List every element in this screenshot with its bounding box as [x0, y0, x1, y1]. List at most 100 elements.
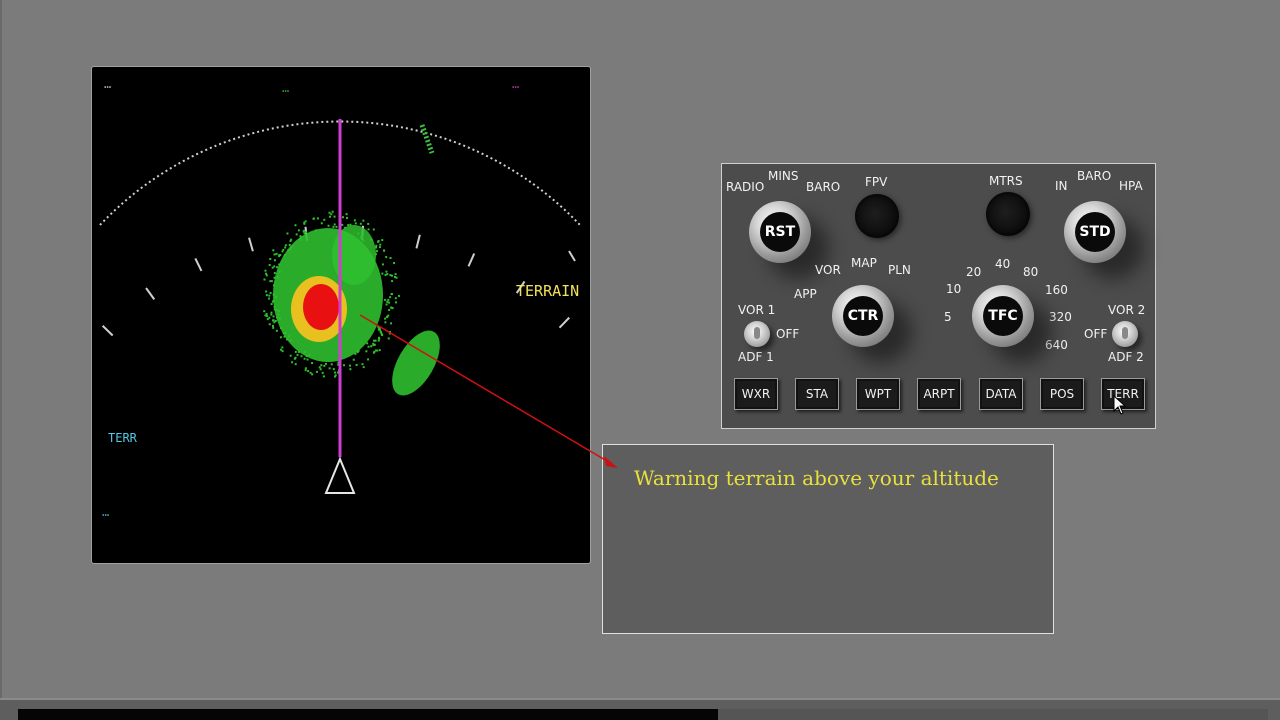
progress-track[interactable]	[18, 709, 1268, 720]
terrain-speck	[273, 259, 276, 262]
tfc-button[interactable]: TFC	[983, 296, 1023, 336]
terrain-speck	[389, 296, 392, 299]
terrain-speck	[290, 238, 293, 241]
rst-button[interactable]: RST	[760, 212, 800, 252]
range-640-label: 640	[1045, 338, 1068, 352]
pos-button[interactable]: POS	[1040, 378, 1084, 410]
terrain-speck	[346, 217, 349, 220]
terrain-speck	[288, 335, 291, 338]
terrain-speck	[278, 254, 281, 257]
terrain-speck	[273, 253, 276, 256]
mins-selector-knob[interactable]: RST	[749, 201, 811, 263]
warning-message-box: Warning terrain above your altitude	[602, 444, 1054, 634]
terrain-speck	[349, 368, 352, 371]
terrain-speck	[387, 298, 390, 301]
terrain-speck	[304, 231, 307, 234]
terrain-speck	[282, 332, 285, 335]
mode-selector-knob[interactable]: CTR	[832, 285, 894, 347]
terrain-speck	[381, 263, 384, 266]
sta-button[interactable]: STA	[795, 378, 839, 410]
terrain-speck	[284, 246, 287, 249]
arc-mark	[568, 250, 576, 262]
terrain-speck	[390, 293, 393, 296]
terrain-speck	[278, 263, 281, 266]
wxr-button[interactable]: WXR	[734, 378, 778, 410]
terrain-speck	[355, 363, 358, 366]
off-left-label: OFF	[776, 327, 800, 341]
terrain-speck	[387, 337, 390, 340]
terrain-speck	[377, 339, 380, 342]
terrain-speck	[359, 222, 362, 225]
compass-tick	[415, 234, 421, 249]
terrain-speck	[276, 266, 279, 269]
vor2-label: VOR 2	[1108, 303, 1146, 317]
terrain-speck	[316, 217, 319, 220]
baro-selector-knob[interactable]: STD	[1064, 201, 1126, 263]
terrain-speck	[294, 363, 297, 366]
terrain-speck	[375, 250, 378, 253]
terrain-speck	[395, 276, 398, 279]
terrain-speck	[386, 300, 389, 303]
terrain-speck	[377, 328, 380, 331]
terrain-speck	[353, 219, 356, 222]
terrain-speck	[278, 317, 281, 320]
terr-mode-label: TERR	[108, 431, 137, 445]
terrain-speck	[367, 345, 370, 348]
terrain-speck	[272, 249, 275, 252]
arpt-button[interactable]: ARPT	[917, 378, 961, 410]
terrain-speck	[390, 274, 393, 277]
vor-adf-2-switch[interactable]	[1112, 321, 1138, 347]
terrain-speck	[384, 321, 387, 324]
terrain-speck	[275, 316, 278, 319]
nd-top-right-readout: …	[512, 77, 521, 91]
nd-bottom-left-readout: …	[102, 505, 111, 519]
terrain-speck	[378, 326, 381, 329]
range-selector-knob[interactable]: TFC	[972, 285, 1034, 347]
terrain-speck	[349, 223, 352, 226]
terrain-speck	[385, 256, 388, 259]
terrain-speck	[288, 243, 291, 246]
terrain-speck	[384, 273, 387, 276]
terrain-speck	[265, 290, 268, 293]
terrain-speck	[331, 210, 334, 213]
terrain-speck	[377, 240, 380, 243]
terrain-speck	[269, 291, 272, 294]
range-40-label: 40	[995, 257, 1011, 271]
terrain-speck	[271, 266, 274, 269]
terrain-red-area	[303, 284, 339, 330]
compass-tick	[248, 237, 254, 252]
terrain-speck	[311, 362, 314, 365]
data-button[interactable]: DATA	[979, 378, 1023, 410]
terrain-speck	[354, 222, 357, 225]
vor-adf-1-switch[interactable]	[744, 321, 770, 347]
terrain-speck	[281, 350, 284, 353]
terrain-speck	[384, 317, 387, 320]
terrain-speck	[386, 315, 389, 318]
window-edge	[0, 0, 2, 700]
terrain-speck	[277, 310, 280, 313]
terrain-speck	[299, 235, 302, 238]
in-label: IN	[1055, 179, 1068, 193]
terrain-speck	[386, 273, 389, 276]
terrain-speck	[323, 364, 326, 367]
fpv-button[interactable]	[855, 194, 899, 238]
ctr-button[interactable]: CTR	[843, 296, 883, 336]
terrain-speck	[272, 326, 275, 329]
terrain-speck	[367, 228, 370, 231]
mode-pln-label: PLN	[888, 263, 911, 277]
mtrs-button[interactable]	[986, 192, 1030, 236]
terrain-speck	[272, 284, 275, 287]
wpt-button[interactable]: WPT	[856, 378, 900, 410]
navigation-display: … … … … TERRAIN TERR	[91, 66, 591, 564]
terrain-speck	[384, 298, 387, 301]
terrain-speck	[328, 215, 331, 218]
terrain-speck	[394, 273, 397, 276]
terrain-speck	[381, 334, 384, 337]
terrain-green-ridge	[392, 330, 440, 396]
terrain-speck	[341, 223, 344, 226]
terrain-speck	[330, 363, 333, 366]
terrain-speck	[318, 366, 321, 369]
terrain-speck	[273, 308, 276, 311]
terrain-speck	[275, 329, 278, 332]
std-button[interactable]: STD	[1075, 212, 1115, 252]
